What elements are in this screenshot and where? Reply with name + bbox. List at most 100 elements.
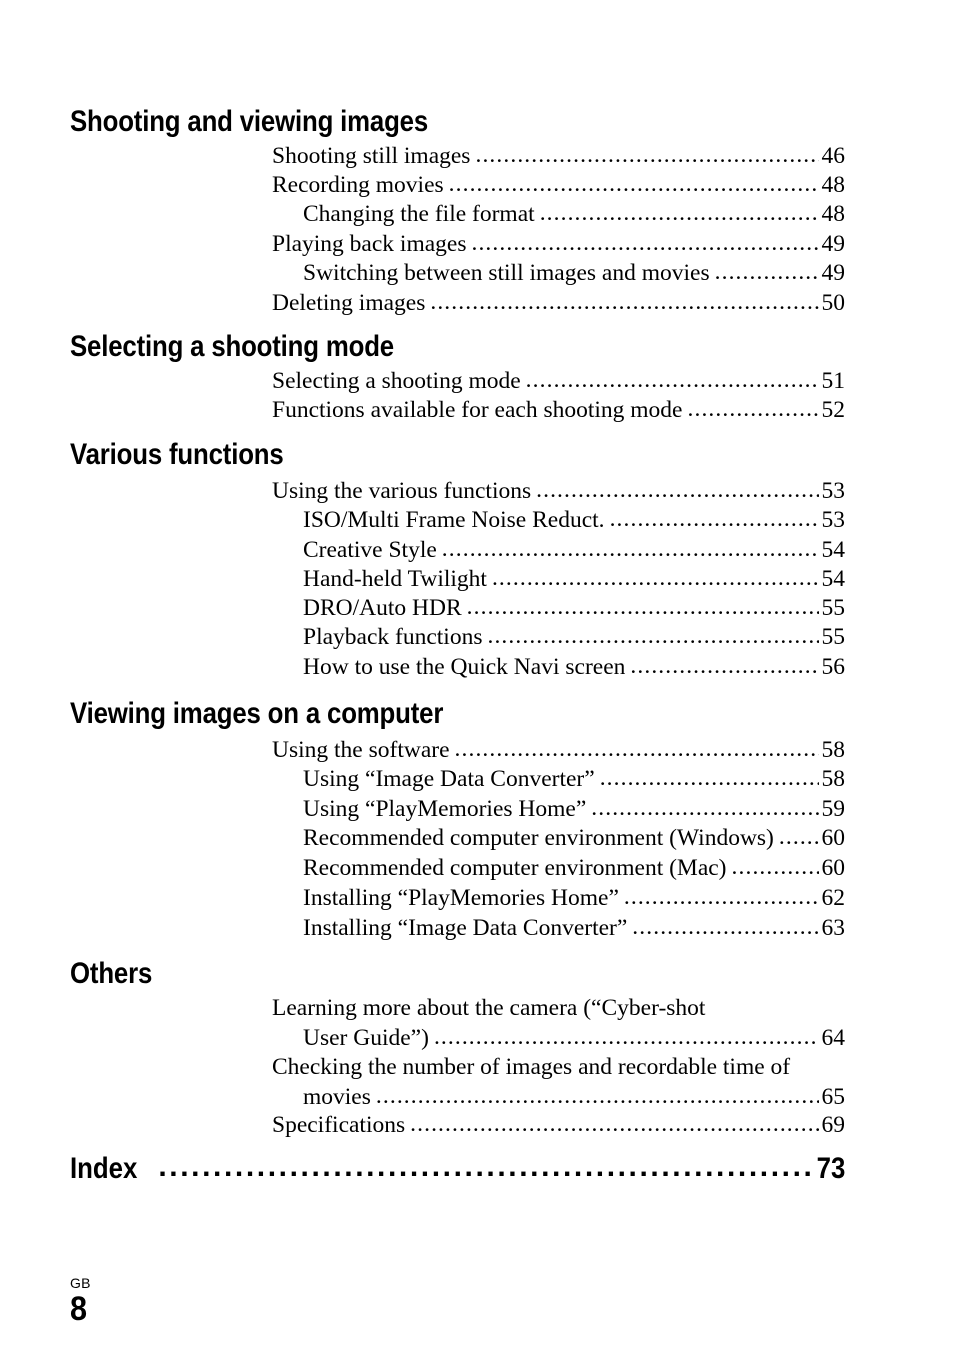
toc-entry[interactable]: Learning more about the camera (“Cyber-s… <box>272 994 845 1053</box>
toc-entry[interactable]: Changing the file format ...............… <box>303 200 845 230</box>
toc-entry-label: Hand-held Twilight <box>303 566 487 592</box>
footer-region-code: GB <box>70 1275 91 1291</box>
toc-entry[interactable]: Selecting a shooting mode ..............… <box>272 367 845 397</box>
dot-leader: ........................................… <box>441 536 819 562</box>
dot-leader: ........................................… <box>471 230 818 256</box>
dot-leader: ........................................… <box>491 565 819 591</box>
toc-entry-label: Changing the file format <box>303 201 535 227</box>
toc-page-number: 54 <box>821 566 846 592</box>
dot-leader: ........................................… <box>158 1150 809 1183</box>
dot-leader: ........................................… <box>632 914 819 940</box>
toc-entry[interactable]: Playback functions .....................… <box>303 623 845 653</box>
toc-entry-label: Using “Image Data Converter” <box>303 766 595 792</box>
section-heading-selecting-a-shooting-mode: Selecting a shooting mode <box>70 330 394 363</box>
dot-leader: ........................................… <box>525 367 819 393</box>
toc-entry-label: DRO/Auto HDR <box>303 595 462 621</box>
toc-page-number: 53 <box>821 478 846 504</box>
toc-entry[interactable]: Recommended computer environment (Mac) .… <box>303 854 845 884</box>
toc-entry[interactable]: Creative Style .........................… <box>303 536 845 566</box>
toc-page: Shooting and viewing images Shooting sti… <box>0 0 954 1345</box>
toc-page-number: 55 <box>821 595 846 621</box>
toc-page-number: 65 <box>821 1083 846 1110</box>
section-heading-viewing-images-on-a-computer: Viewing images on a computer <box>70 697 444 730</box>
dot-leader: ........................................… <box>448 171 819 197</box>
toc-entry[interactable]: Using the software .....................… <box>272 736 845 766</box>
toc-entry-label: Selecting a shooting mode <box>272 368 521 394</box>
toc-entry-label: ISO/Multi Frame Noise Reduct. <box>303 507 605 533</box>
toc-page-number: 46 <box>821 143 846 169</box>
section-heading-various-functions: Various functions <box>70 438 284 471</box>
toc-page-number: 63 <box>821 915 846 941</box>
toc-page-number: 62 <box>821 885 846 911</box>
toc-entry[interactable]: ISO/Multi Frame Noise Reduct. ..........… <box>303 506 845 536</box>
toc-entry[interactable]: Functions available for each shooting mo… <box>272 396 845 426</box>
index-label: Index <box>70 1152 138 1185</box>
toc-page-number: 56 <box>821 654 846 680</box>
dot-leader: ........................................… <box>687 396 819 422</box>
toc-page-number: 64 <box>821 1024 846 1051</box>
toc-entry[interactable]: Deleting images ........................… <box>272 289 845 319</box>
toc-entry-label: Using the software <box>272 737 450 763</box>
dot-leader: ........................................… <box>714 259 819 285</box>
toc-entry[interactable]: Specifications .........................… <box>272 1111 845 1141</box>
toc-page-number: 52 <box>821 397 846 423</box>
toc-entry-label-line1: Learning more about the camera (“Cyber-s… <box>272 995 706 1021</box>
toc-page-number: 51 <box>821 368 846 394</box>
dot-leader: ........................................… <box>609 506 819 532</box>
dot-leader: ........................................… <box>375 1082 819 1109</box>
toc-entry-label: Using the various functions <box>272 478 532 504</box>
toc-entry-label-line1: Checking the number of images and record… <box>272 1054 791 1080</box>
toc-entry[interactable]: Using the various functions ............… <box>272 477 845 507</box>
toc-entry-label: Recommended computer environment (Window… <box>303 825 774 851</box>
toc-page-number: 58 <box>821 766 846 792</box>
toc-entry-label: Switching between still images and movie… <box>303 260 710 286</box>
toc-entry[interactable]: Recording movies .......................… <box>272 171 845 201</box>
dot-leader: ........................................… <box>599 765 819 791</box>
page-footer: GB 8 <box>70 1275 91 1327</box>
toc-page-number: 60 <box>821 855 846 881</box>
toc-entry[interactable]: Using “PlayMemories Home” ..............… <box>303 795 845 825</box>
index-page-number: 73 <box>816 1152 845 1185</box>
toc-entry[interactable]: Installing “Image Data Converter” ......… <box>303 914 845 944</box>
dot-leader: ........................................… <box>433 1023 819 1050</box>
toc-entry-label: Functions available for each shooting mo… <box>272 397 683 423</box>
toc-entry[interactable]: Hand-held Twilight .....................… <box>303 565 845 595</box>
dot-leader: ........................................… <box>731 854 819 880</box>
toc-entry-label: Creative Style <box>303 537 437 563</box>
toc-entry-label: Playing back images <box>272 231 467 257</box>
footer-page-number: 8 <box>70 1290 88 1328</box>
dot-leader: ........................................… <box>623 884 819 910</box>
toc-page-number: 60 <box>821 825 846 851</box>
toc-entry[interactable]: Using “Image Data Converter” ...........… <box>303 765 845 795</box>
dot-leader: ........................................… <box>536 477 818 503</box>
toc-entry-label: Installing “Image Data Converter” <box>303 915 628 941</box>
dot-leader: ........................................… <box>539 200 819 226</box>
toc-entry[interactable]: How to use the Quick Navi screen .......… <box>303 653 845 683</box>
toc-entry[interactable]: Installing “PlayMemories Home” .........… <box>303 884 845 914</box>
dot-leader: ........................................… <box>430 289 819 315</box>
toc-entry[interactable]: Checking the number of images and record… <box>272 1053 845 1112</box>
toc-entry-label: Recommended computer environment (Mac) <box>303 855 727 881</box>
dot-leader: ........................................… <box>630 653 819 679</box>
toc-page-number: 59 <box>821 796 846 822</box>
toc-page-number: 58 <box>821 737 846 763</box>
toc-entry[interactable]: Shooting still images ..................… <box>272 142 845 172</box>
toc-entry[interactable]: Switching between still images and movie… <box>303 259 845 289</box>
toc-entry-label: Recording movies <box>272 172 444 198</box>
toc-entry-index[interactable]: Index ..................................… <box>70 1150 845 1186</box>
section-heading-others: Others <box>70 957 153 990</box>
dot-leader: ........................................… <box>410 1111 819 1137</box>
toc-entry-label: Shooting still images <box>272 143 471 169</box>
toc-entry-label-line2: User Guide”) <box>303 1024 429 1051</box>
dot-leader: ........................................… <box>475 142 818 168</box>
toc-entry[interactable]: Playing back images ....................… <box>272 230 845 260</box>
toc-entry-label: Playback functions <box>303 624 483 650</box>
toc-page-number: 48 <box>821 201 846 227</box>
toc-page-number: 54 <box>821 537 846 563</box>
dot-leader: ........................................… <box>778 824 819 850</box>
toc-page-number: 55 <box>821 624 846 650</box>
toc-entry[interactable]: Recommended computer environment (Window… <box>303 824 845 854</box>
dot-leader: ........................................… <box>454 736 819 762</box>
toc-entry-label: Using “PlayMemories Home” <box>303 796 587 822</box>
toc-entry[interactable]: DRO/Auto HDR ...........................… <box>303 594 845 624</box>
